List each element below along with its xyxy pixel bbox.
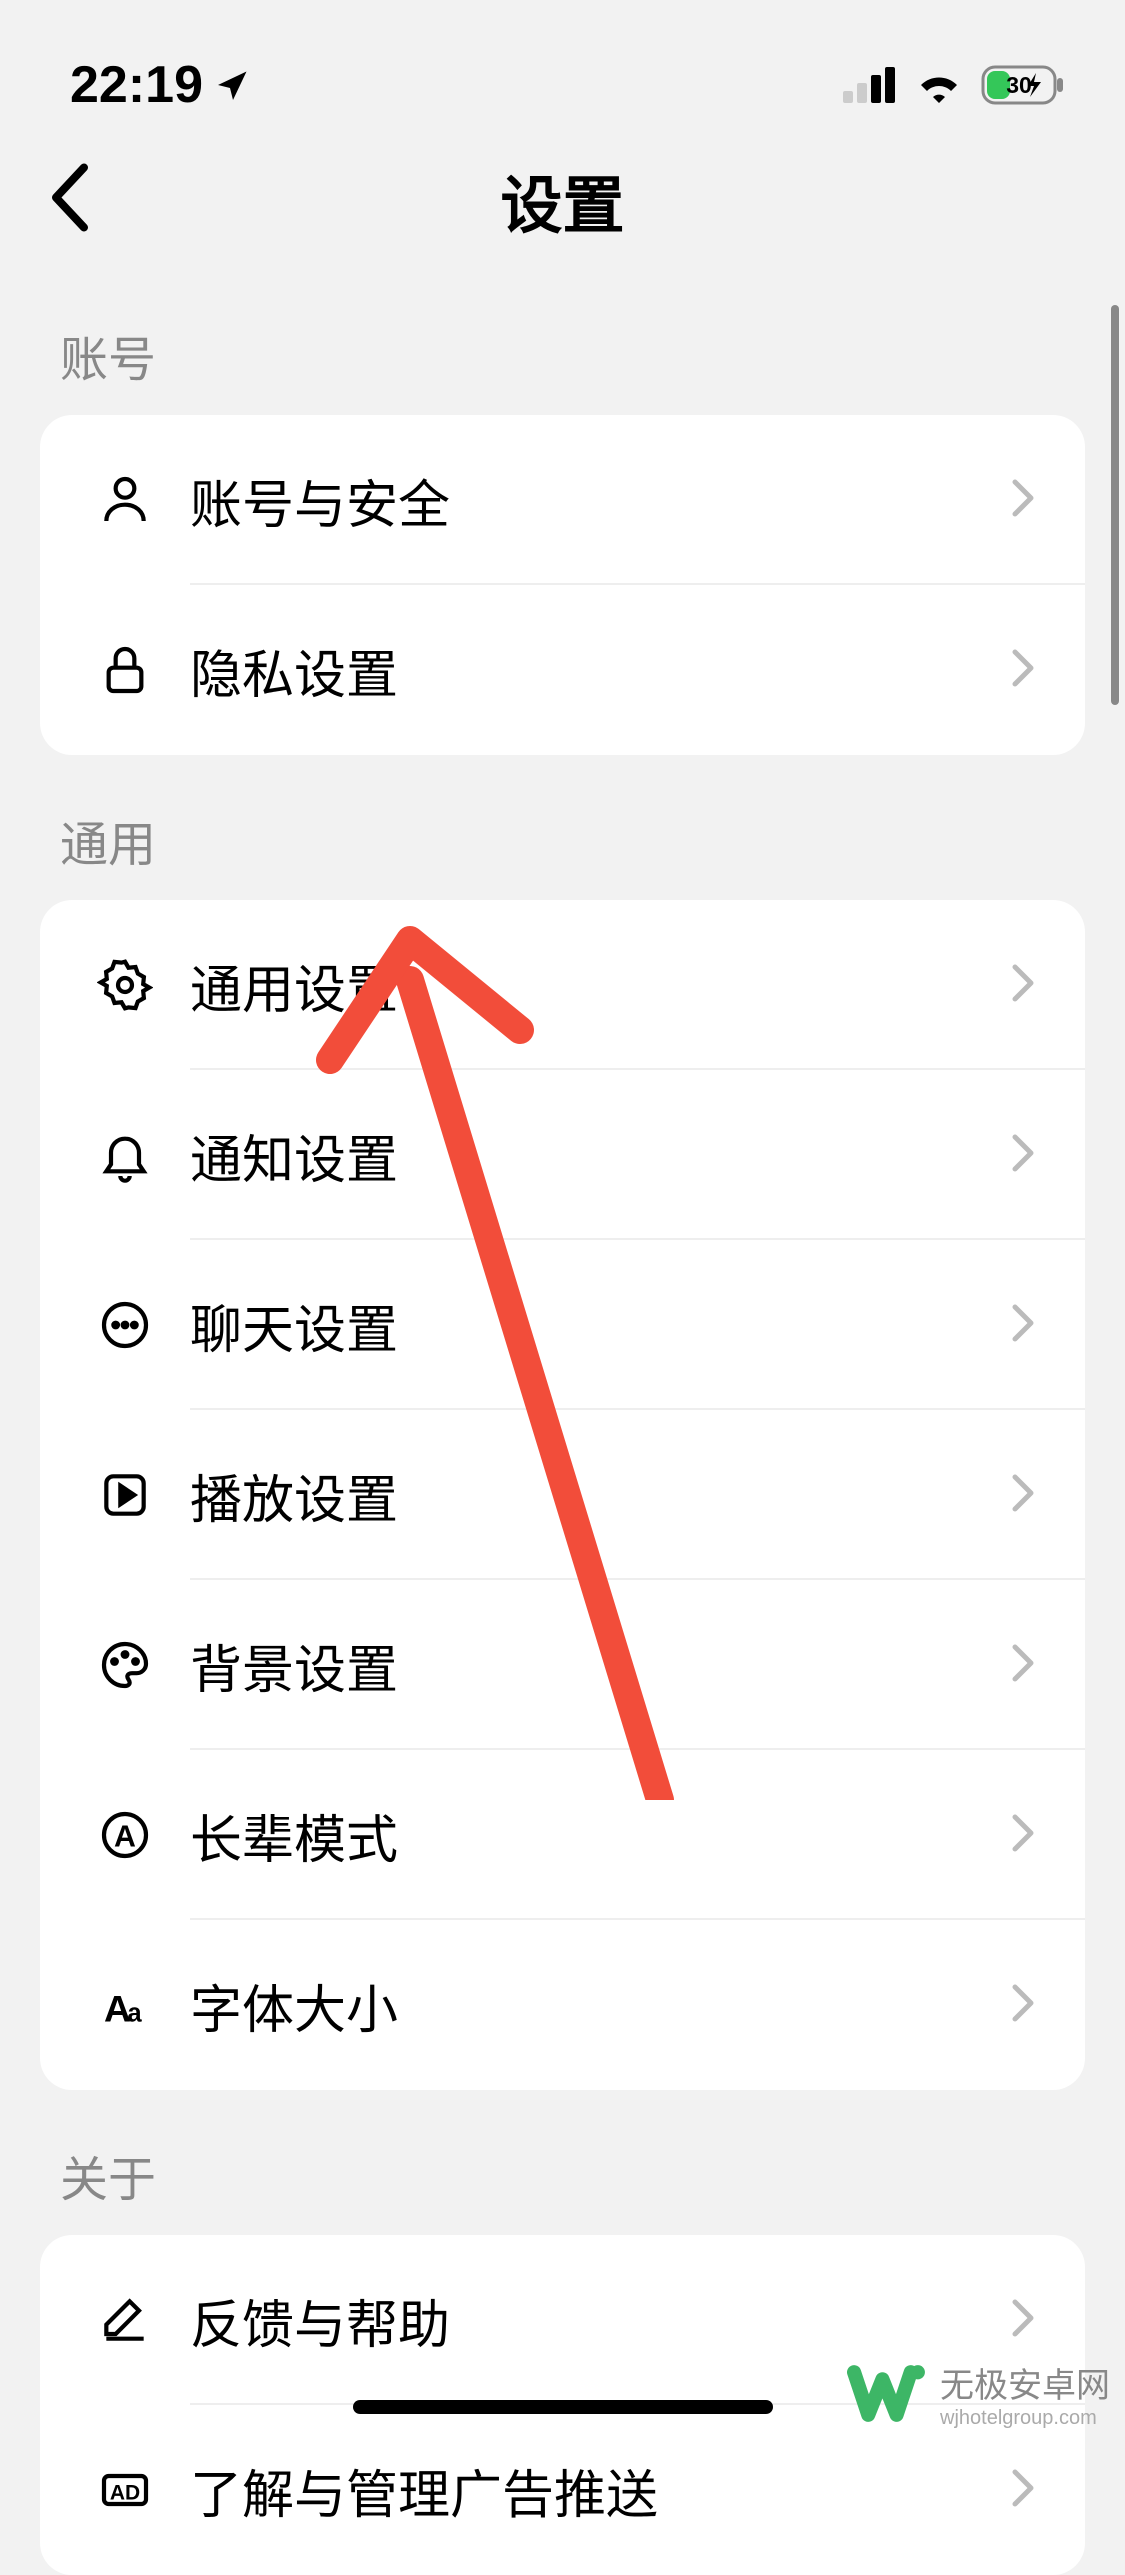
row-label: 背景设置: [170, 1628, 1011, 1703]
chevron-right-icon: [1011, 1303, 1035, 1348]
play-icon: [80, 1467, 170, 1523]
chevron-right-icon: [1011, 1643, 1035, 1688]
section-header-general: 通用: [0, 755, 1125, 900]
chevron-right-icon: [1011, 2468, 1035, 2513]
row-label: 字体大小: [170, 1968, 1011, 2043]
cellular-icon: [843, 67, 897, 103]
row-label: 反馈与帮助: [170, 2283, 1011, 2358]
svg-text:A: A: [114, 1821, 136, 1854]
section-header-account: 账号: [0, 270, 1125, 415]
svg-text:AD: AD: [110, 2481, 140, 2504]
row-label: 播放设置: [170, 1458, 1011, 1533]
row-label: 账号与安全: [170, 463, 1011, 538]
chevron-right-icon: [1011, 648, 1035, 693]
chevron-left-icon: [50, 164, 90, 232]
chevron-right-icon: [1011, 2298, 1035, 2343]
row-privacy-settings[interactable]: 隐私设置: [40, 585, 1085, 755]
wifi-icon: [915, 67, 963, 103]
status-bar: 22:19 30: [0, 0, 1125, 130]
row-account-security[interactable]: 账号与安全: [40, 415, 1085, 585]
row-label: 聊天设置: [170, 1288, 1011, 1363]
chat-icon: [80, 1297, 170, 1353]
row-background-settings[interactable]: 背景设置: [40, 1580, 1085, 1750]
row-label: 长辈模式: [170, 1798, 1011, 1873]
watermark-logo: [847, 2351, 932, 2436]
chevron-right-icon: [1011, 1813, 1035, 1858]
section-header-about: 关于: [0, 2090, 1125, 2235]
back-button[interactable]: [50, 164, 90, 237]
palette-icon: [80, 1637, 170, 1693]
row-notification-settings[interactable]: 通知设置: [40, 1070, 1085, 1240]
row-label: 通知设置: [170, 1118, 1011, 1193]
lock-icon: [80, 642, 170, 698]
gear-icon: [80, 957, 170, 1013]
chevron-right-icon: [1011, 1983, 1035, 2028]
row-label: 隐私设置: [170, 633, 1011, 708]
chevron-right-icon: [1011, 1473, 1035, 1518]
scrollbar[interactable]: [1111, 305, 1119, 705]
page-title: 设置: [500, 155, 624, 245]
battery-icon: 30: [981, 65, 1065, 105]
section-group-general: 通用设置 通知设置 聊天设置 播放设置: [40, 900, 1085, 2090]
svg-text:30: 30: [1006, 72, 1032, 98]
watermark-text: 无极安卓网 wjhotelgroup.com: [940, 2358, 1125, 2430]
home-indicator: [353, 2400, 773, 2414]
row-label: 了解与管理广告推送: [170, 2453, 1011, 2528]
chevron-right-icon: [1011, 478, 1035, 523]
watermark-en: wjhotelgroup.com: [940, 2407, 1110, 2430]
row-playback-settings[interactable]: 播放设置: [40, 1410, 1085, 1580]
watermark-cn: 无极安卓网: [940, 2358, 1110, 2407]
watermark: 无极安卓网 wjhotelgroup.com: [847, 2351, 1125, 2436]
row-label: 通用设置: [170, 948, 1011, 1023]
status-indicators: 30: [843, 65, 1065, 105]
status-time-area: 22:19: [70, 55, 251, 115]
elder-mode-icon: A: [80, 1807, 170, 1863]
chevron-right-icon: [1011, 963, 1035, 1008]
nav-bar: 设置: [0, 130, 1125, 270]
ad-icon: AD: [80, 2462, 170, 2518]
row-chat-settings[interactable]: 聊天设置: [40, 1240, 1085, 1410]
status-time: 22:19: [70, 55, 203, 115]
svg-text:a: a: [127, 1999, 142, 2027]
row-general-settings[interactable]: 通用设置: [40, 900, 1085, 1070]
font-icon: Aa: [80, 1977, 170, 2033]
pencil-icon: [80, 2292, 170, 2348]
location-icon: [215, 67, 251, 103]
row-elder-mode[interactable]: A 长辈模式: [40, 1750, 1085, 1920]
bell-icon: [80, 1127, 170, 1183]
chevron-right-icon: [1011, 1133, 1035, 1178]
user-icon: [80, 472, 170, 528]
section-group-account: 账号与安全 隐私设置: [40, 415, 1085, 755]
row-font-size[interactable]: Aa 字体大小: [40, 1920, 1085, 2090]
